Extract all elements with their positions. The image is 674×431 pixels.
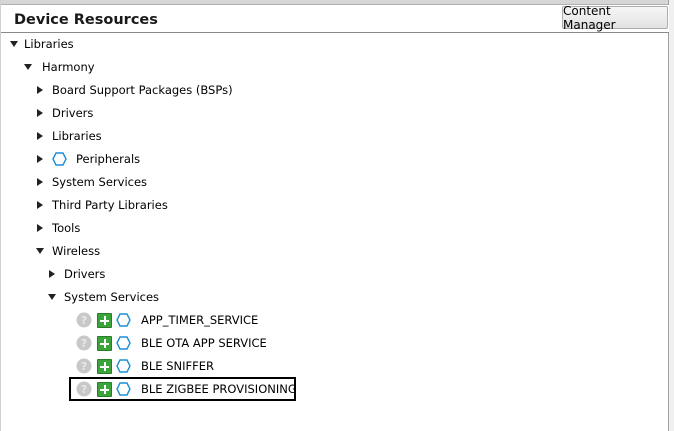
- expand-toggle-icon[interactable]: [23, 62, 33, 72]
- tree-node-libraries-sub[interactable]: Libraries: [35, 126, 102, 146]
- tree-node-label: Board Support Packages (BSPs): [52, 83, 233, 97]
- highlight-box: [69, 377, 296, 401]
- tree-node-label: Harmony: [42, 60, 95, 74]
- hexagon-icon: [116, 313, 131, 327]
- tree-node-label: Tools: [52, 221, 81, 235]
- expand-toggle-icon[interactable]: [9, 39, 19, 49]
- tree-node-third-party-libraries[interactable]: Third Party Libraries: [35, 195, 168, 215]
- hexagon-icon: [116, 336, 131, 350]
- tree-node-libraries[interactable]: Libraries: [9, 34, 74, 54]
- tree-node-system-services[interactable]: System Services: [35, 172, 147, 192]
- tree-node-drivers[interactable]: Drivers: [35, 103, 93, 123]
- content-manager-button[interactable]: Content Manager: [562, 4, 668, 32]
- panel-title: Device Resources: [14, 12, 158, 28]
- tree-node-label: Peripherals: [76, 152, 141, 166]
- tree-node-peripherals[interactable]: Peripherals: [35, 149, 140, 169]
- tree-node-label: Third Party Libraries: [52, 198, 168, 212]
- component-item[interactable]: ? BLE OTA APP SERVICE: [76, 333, 267, 353]
- add-component-icon[interactable]: [97, 335, 112, 351]
- component-label: BLE OTA APP SERVICE: [141, 336, 267, 350]
- component-label: BLE SNIFFER: [141, 359, 214, 373]
- expand-toggle-icon[interactable]: [35, 246, 45, 256]
- tree-node-bsps[interactable]: Board Support Packages (BSPs): [35, 80, 233, 100]
- tree-node-label: Libraries: [24, 37, 74, 51]
- expand-toggle-icon[interactable]: [47, 269, 57, 279]
- tree-node-tools[interactable]: Tools: [35, 218, 80, 238]
- tree-node-wireless-system-services[interactable]: System Services: [47, 287, 159, 307]
- expand-toggle-icon[interactable]: [35, 200, 45, 210]
- info-icon[interactable]: ?: [76, 335, 92, 351]
- tree-node-wireless-drivers[interactable]: Drivers: [47, 264, 105, 284]
- expand-toggle-icon[interactable]: [47, 292, 57, 302]
- hexagon-icon: [116, 359, 131, 373]
- component-item[interactable]: ? APP_TIMER_SERVICE: [76, 310, 258, 330]
- panel-edge: [669, 0, 674, 431]
- info-icon[interactable]: ?: [76, 358, 92, 374]
- add-component-icon[interactable]: [97, 358, 112, 374]
- component-label: APP_TIMER_SERVICE: [141, 313, 259, 327]
- svg-text:?: ?: [81, 314, 87, 327]
- expand-toggle-icon[interactable]: [35, 223, 45, 233]
- tree-node-label: Wireless: [52, 244, 101, 258]
- component-item[interactable]: ? BLE SNIFFER: [76, 356, 214, 376]
- expand-toggle-icon[interactable]: [35, 177, 45, 187]
- tree-node-label: System Services: [64, 290, 160, 304]
- tree-node-harmony[interactable]: Harmony: [23, 57, 95, 77]
- tree-node-wireless[interactable]: Wireless: [35, 241, 100, 261]
- tree-node-label: System Services: [52, 175, 148, 189]
- hexagon-icon: [52, 152, 67, 166]
- info-icon[interactable]: ?: [76, 312, 92, 328]
- tree-node-label: Drivers: [52, 106, 94, 120]
- expand-toggle-icon[interactable]: [35, 154, 45, 164]
- expand-toggle-icon[interactable]: [35, 85, 45, 95]
- svg-text:?: ?: [81, 360, 87, 373]
- tree-node-label: Drivers: [64, 267, 106, 281]
- expand-toggle-icon[interactable]: [35, 108, 45, 118]
- svg-text:?: ?: [81, 337, 87, 350]
- add-component-icon[interactable]: [97, 312, 112, 328]
- expand-toggle-icon[interactable]: [35, 131, 45, 141]
- tree-node-label: Libraries: [52, 129, 102, 143]
